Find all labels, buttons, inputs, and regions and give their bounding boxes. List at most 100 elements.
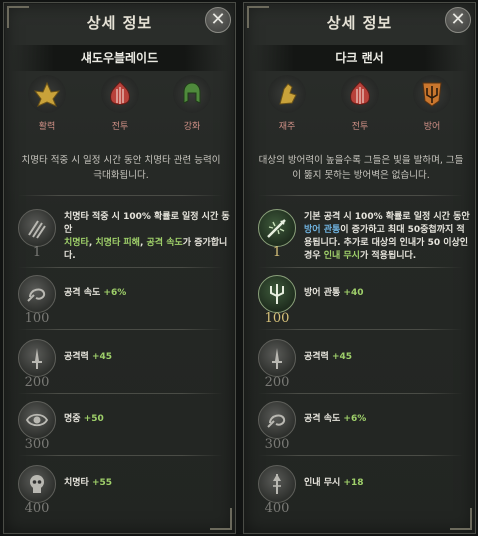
stat-icons: 활력 전투 강화 xyxy=(4,75,235,145)
dagger-icon xyxy=(258,339,296,377)
stat-combat: 전투 xyxy=(335,75,385,132)
perk-stat-name: 공격 속도 xyxy=(304,414,341,424)
perk-stat-name: 공격력 xyxy=(304,352,329,362)
perk-highlight: 치명타 xyxy=(64,238,89,248)
perk-level: 400 xyxy=(264,501,290,516)
perk-level: 100 xyxy=(264,311,290,326)
perk-stat-value: +6% xyxy=(103,288,127,298)
perk-level: 200 xyxy=(264,375,290,390)
stat-enhance: 강화 xyxy=(167,75,217,132)
perk-text: 가 적용됩니다. xyxy=(359,251,417,261)
lotus-icon xyxy=(28,75,66,113)
divider xyxy=(18,195,223,196)
perk-row[interactable]: 300 명중 +50 xyxy=(18,401,228,459)
divider xyxy=(18,329,223,330)
perk-stat-value: +55 xyxy=(91,478,113,488)
perk-stat-name: 공격력 xyxy=(64,352,89,362)
perk-level: 400 xyxy=(24,501,50,516)
stat-label: 방어 xyxy=(423,122,441,132)
perk-stat-name: 명중 xyxy=(64,414,81,424)
perk-text: 기본 공격 시 100% 확률로 일정 시간 동안 xyxy=(304,212,470,222)
fist-icon xyxy=(268,75,306,113)
stat-label: 재주 xyxy=(278,122,296,132)
class-description: 치명타 적중 시 일정 시간 동안 치명타 관련 능력이 극대화됩니다. xyxy=(21,155,221,181)
stat-label: 전투 xyxy=(111,122,129,132)
perk-stat-value: +45 xyxy=(331,352,353,362)
perk-stat-value: +6% xyxy=(343,414,367,424)
divider xyxy=(258,455,463,456)
detail-panel-left: 상세 정보 ✕ 섀도우블레이드 활력 전투 강화 치명타 적중 시 일정 시간 … xyxy=(3,2,236,534)
panel-title: 상세 정보 xyxy=(86,14,153,32)
dagger-icon xyxy=(18,339,56,377)
perk-highlight: 치명타 피해 xyxy=(95,238,140,248)
perk-stat-name: 공격 속도 xyxy=(64,288,101,298)
flame-crest-icon xyxy=(341,75,379,113)
perk-row[interactable]: 1 치명타 적중 시 100% 확률로 일정 시간 동안 치명타, 치명타 피해… xyxy=(18,209,230,267)
divider xyxy=(258,329,463,330)
perk-description: 치명타 적중 시 100% 확률로 일정 시간 동안 치명타, 치명타 피해, … xyxy=(64,211,230,263)
stat-label: 전투 xyxy=(351,122,369,132)
perk-stat: 공격력 +45 xyxy=(304,351,470,364)
spear-burst-icon xyxy=(258,209,296,247)
perk-highlight: 인내 무시 xyxy=(323,251,360,261)
perk-stat: 방어 관통 +40 xyxy=(304,287,470,300)
perk-stat: 공격 속도 +6% xyxy=(64,287,230,300)
perk-level: 200 xyxy=(24,375,50,390)
perk-level: 100 xyxy=(24,311,50,326)
perk-highlight: 방어 관통 xyxy=(304,225,341,235)
perk-stat-name: 방어 관통 xyxy=(304,288,341,298)
perk-level: 300 xyxy=(264,437,290,452)
skull-icon xyxy=(18,465,56,503)
perk-stat-value: +50 xyxy=(83,414,104,424)
perk-row[interactable]: 200 공격력 +45 xyxy=(18,339,228,397)
flame-crest-icon xyxy=(101,75,139,113)
stat-label: 활력 xyxy=(38,122,56,132)
divider xyxy=(258,195,463,196)
stat-vitality: 활력 xyxy=(22,75,72,132)
class-name: 섀도우블레이드 xyxy=(10,45,229,71)
perk-stat: 명중 +50 xyxy=(64,413,230,426)
perk-stat: 공격 속도 +6% xyxy=(304,413,470,426)
perk-stat: 인내 무시 +18 xyxy=(304,477,470,490)
detail-panel-right: 상세 정보 ✕ 다크 랜서 재주 전투 방어 대상의 방어력이 높을수록 그들은… xyxy=(243,2,476,534)
perk-stat-value: +40 xyxy=(343,288,364,298)
stat-combat: 전투 xyxy=(95,75,145,132)
perk-stat-name: 치명타 xyxy=(64,478,89,488)
divider xyxy=(18,393,223,394)
divider xyxy=(18,267,223,268)
spear-icon xyxy=(258,465,296,503)
close-button[interactable]: ✕ xyxy=(205,7,231,33)
perk-description: 기본 공격 시 100% 확률로 일정 시간 동안 방어 관통이 증가하고 최대… xyxy=(304,211,470,263)
perk-stat-name: 인내 무시 xyxy=(304,478,341,488)
perk-text: 치명타 적중 시 100% 확률로 일정 시간 동안 xyxy=(64,212,230,235)
perk-row[interactable]: 400 인내 무시 +18 xyxy=(258,465,468,523)
divider xyxy=(258,267,463,268)
eye-icon xyxy=(18,401,56,439)
swirl-icon xyxy=(258,401,296,439)
perk-row[interactable]: 200 공격력 +45 xyxy=(258,339,468,397)
perk-level: 1 xyxy=(272,245,282,260)
perk-row[interactable]: 100 방어 관통 +40 xyxy=(258,275,468,333)
close-icon: ✕ xyxy=(210,9,226,30)
perk-row[interactable]: 1 기본 공격 시 100% 확률로 일정 시간 동안 방어 관통이 증가하고 … xyxy=(258,209,470,267)
class-name: 다크 랜서 xyxy=(250,45,469,71)
trident-crest-icon xyxy=(413,75,451,113)
perk-stat: 치명타 +55 xyxy=(64,477,230,490)
helmet-icon xyxy=(173,75,211,113)
perk-row[interactable]: 300 공격 속도 +6% xyxy=(258,401,468,459)
perk-highlight: 공격 속도 xyxy=(146,238,183,248)
perk-stat-value: +18 xyxy=(343,478,364,488)
close-button[interactable]: ✕ xyxy=(445,7,471,33)
perk-level: 1 xyxy=(32,245,42,260)
class-description: 대상의 방어력이 높을수록 그들은 빛을 발하며, 그들이 뚫지 못하는 방어벽… xyxy=(258,155,464,181)
stat-icons: 재주 전투 방어 xyxy=(244,75,475,145)
perk-row[interactable]: 400 치명타 +55 xyxy=(18,465,228,523)
perk-level: 300 xyxy=(24,437,50,452)
divider xyxy=(18,455,223,456)
swirl-icon xyxy=(18,275,56,313)
divider xyxy=(258,393,463,394)
perk-row[interactable]: 100 공격 속도 +6% xyxy=(18,275,228,333)
claw-icon xyxy=(18,209,56,247)
perk-stat-value: +45 xyxy=(91,352,113,362)
perk-stat: 공격력 +45 xyxy=(64,351,230,364)
